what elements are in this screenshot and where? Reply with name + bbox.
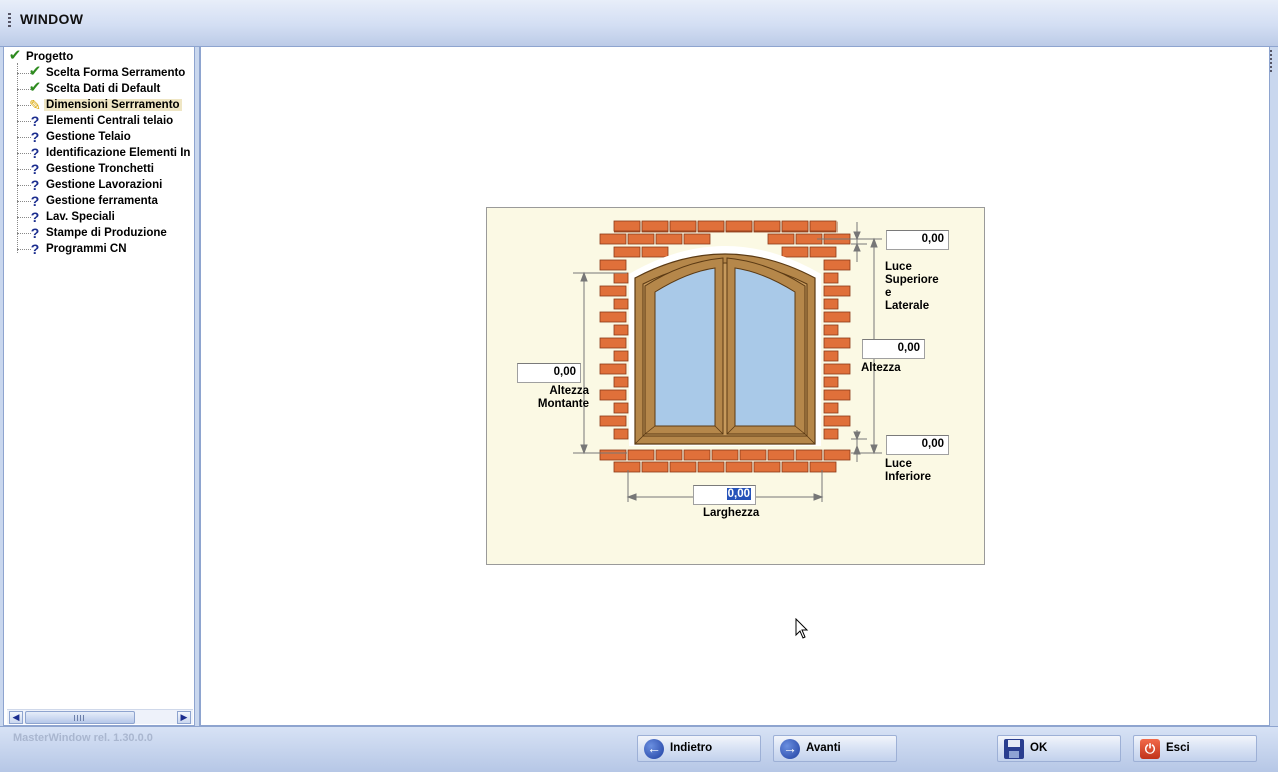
- tree-item-label: Gestione ferramenta: [46, 195, 158, 207]
- right-glass: [734, 267, 796, 427]
- tree-item[interactable]: ? Gestione ferramenta: [26, 193, 160, 209]
- tree-item-label: Identificazione Elementi In: [46, 147, 191, 159]
- tree-item[interactable]: ? Stampe di Produzione: [26, 225, 169, 241]
- navigation-tree-panel: ✔ Progetto ✔ Scelta Forma Serramento ✔ Scelta…: [3, 46, 195, 726]
- tree-connector: [17, 201, 31, 202]
- arrow-right-icon: →: [780, 739, 800, 759]
- tree-item-label: Programmi CN: [46, 243, 127, 255]
- exit-button[interactable]: ⏻ Esci: [1133, 735, 1257, 762]
- arrow-left-icon: ←: [644, 739, 664, 759]
- tree-item-label: Dimensioni Serrramento: [44, 99, 182, 111]
- larghezza-label: Larghezza: [703, 507, 760, 519]
- tree-item[interactable]: ? Gestione Lavorazioni: [26, 177, 164, 193]
- window-title: WINDOW: [20, 11, 84, 27]
- altezza-montante-input[interactable]: 0,00: [517, 363, 581, 383]
- tree-item[interactable]: ? Gestione Telaio: [26, 129, 133, 145]
- tree-connector: [17, 185, 31, 186]
- scroll-left-icon[interactable]: ◀: [9, 711, 23, 724]
- tree-item[interactable]: ✔ Scelta Forma Serramento: [26, 63, 187, 81]
- tree-item[interactable]: ? Gestione Tronchetti: [26, 161, 156, 177]
- tree-item-label: Lav. Speciali: [46, 211, 115, 223]
- tree-horizontal-scrollbar[interactable]: ◀ ▶: [7, 709, 193, 724]
- scroll-right-icon[interactable]: ▶: [177, 711, 191, 724]
- tree-connector: [17, 169, 31, 170]
- grip-icon: [8, 13, 11, 27]
- tree-item-label: Gestione Lavorazioni: [46, 179, 163, 191]
- tree-connector: [17, 249, 31, 250]
- left-glass: [654, 267, 716, 427]
- check-icon: ✔: [8, 47, 22, 64]
- luce-inferiore-input[interactable]: 0,00: [886, 435, 949, 455]
- main-content: 0,00 Luce Superiore e Laterale 0,00 Alte…: [199, 46, 1270, 726]
- tree-connector: [17, 121, 31, 122]
- back-button[interactable]: ← Indietro: [637, 735, 761, 762]
- tree-item[interactable]: ✎ Dimensioni Serrramento: [26, 97, 182, 113]
- tree-item-label: Elementi Centrali telaio: [46, 115, 174, 127]
- check-icon: ✔: [28, 79, 42, 96]
- tree-connector: [17, 217, 31, 218]
- tree-connector: [17, 73, 31, 74]
- tree-connector: [17, 63, 18, 253]
- tree-connector: [17, 105, 31, 106]
- tree-connector: [17, 137, 31, 138]
- window-dimension-diagram: 0,00 Luce Superiore e Laterale 0,00 Alte…: [486, 207, 985, 565]
- next-button[interactable]: → Avanti: [773, 735, 897, 762]
- tree-item-label: Scelta Forma Serramento: [46, 67, 186, 79]
- version-label: MasterWindow rel. 1.30.0.0: [13, 732, 153, 744]
- mouse-cursor-icon: [795, 618, 809, 639]
- check-icon: ✔: [28, 63, 42, 80]
- tree-connector: [17, 153, 31, 154]
- title-bar: WINDOW: [0, 0, 1278, 47]
- altezza-montante-label: Altezza Montante: [537, 385, 589, 410]
- altezza-input[interactable]: 0,00: [862, 339, 925, 359]
- tree-item[interactable]: ? Elementi Centrali telaio: [26, 113, 175, 129]
- tree-item[interactable]: ✔ Scelta Dati di Default: [26, 79, 162, 97]
- navigation-tree: ✔ Progetto ✔ Scelta Forma Serramento ✔ Scelta…: [4, 47, 194, 707]
- tree-item[interactable]: ? Lav. Speciali: [26, 209, 117, 225]
- tree-connector: [17, 89, 31, 90]
- tree-item-label: Progetto: [26, 51, 74, 63]
- ok-button[interactable]: OK: [997, 735, 1121, 762]
- bottom-toolbar: MasterWindow rel. 1.30.0.0 ← Indietro → …: [0, 726, 1278, 772]
- tree-item-label: Gestione Telaio: [46, 131, 131, 143]
- save-disk-icon: [1004, 739, 1024, 759]
- tree-item[interactable]: ? Identificazione Elementi In: [26, 145, 192, 161]
- tree-item-label: Gestione Tronchetti: [46, 163, 154, 175]
- tree-item-label: Stampe di Produzione: [46, 227, 167, 239]
- tree-item-label: Scelta Dati di Default: [46, 83, 161, 95]
- tree-connector: [17, 233, 31, 234]
- power-icon: ⏻: [1140, 739, 1160, 759]
- scroll-thumb[interactable]: [25, 711, 135, 724]
- luce-superiore-input[interactable]: 0,00: [886, 230, 949, 250]
- tree-item[interactable]: ? Programmi CN: [26, 241, 129, 257]
- altezza-label: Altezza: [861, 362, 901, 374]
- luce-inferiore-label: Luce Inferiore: [885, 458, 932, 483]
- larghezza-input[interactable]: 0,00: [693, 485, 756, 505]
- luce-superiore-label: Luce Superiore e Laterale: [885, 261, 939, 312]
